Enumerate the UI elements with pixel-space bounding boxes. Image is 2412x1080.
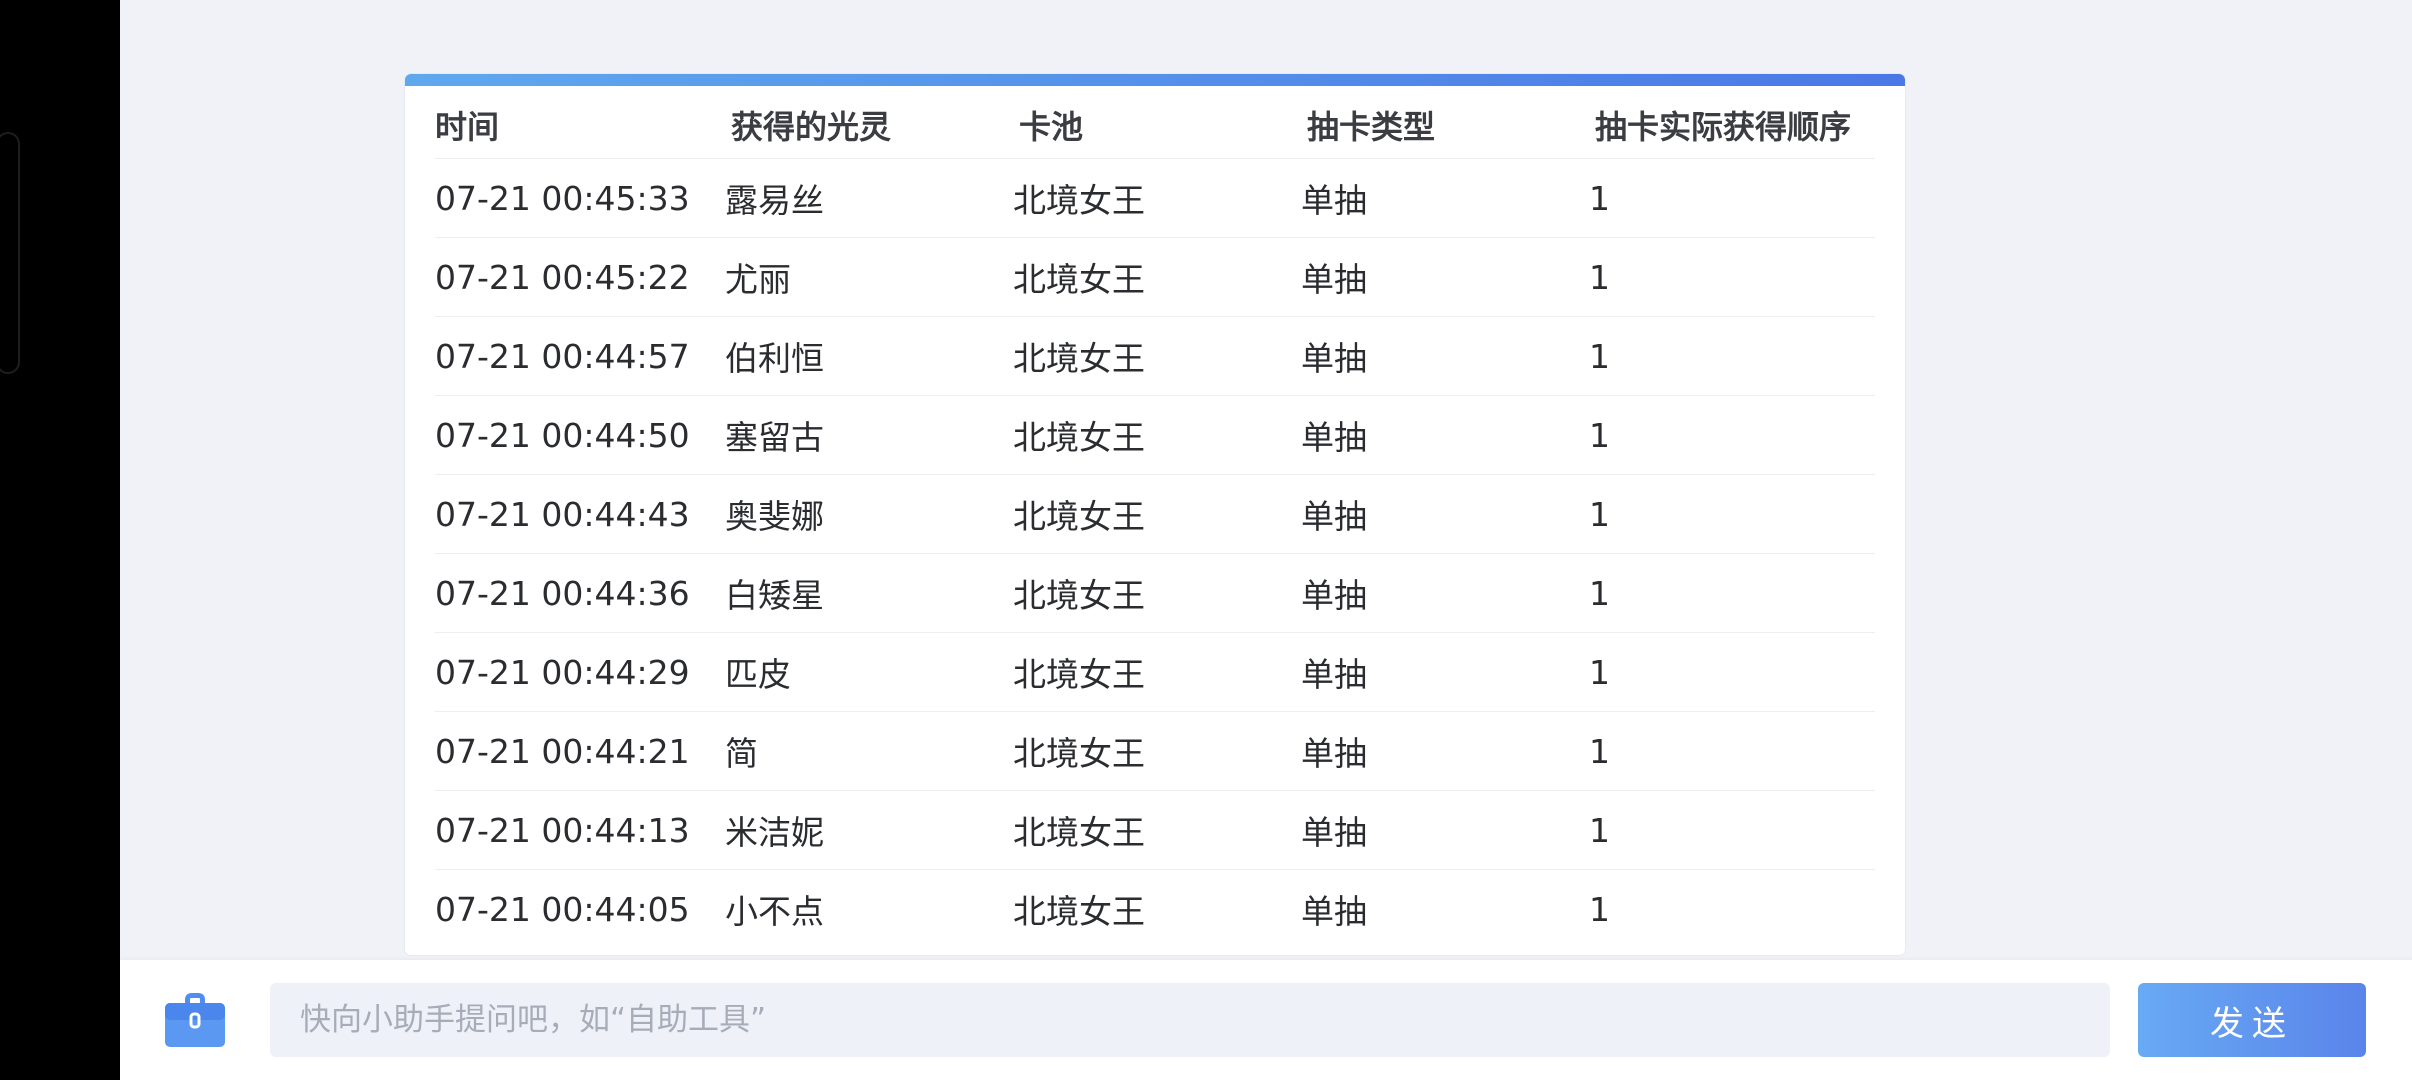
- cell-draw-type: 单抽: [1299, 790, 1587, 870]
- column-header-pool: 卡池: [1011, 86, 1299, 159]
- side-handle: [0, 132, 20, 374]
- cell-order: 1: [1587, 632, 1875, 712]
- cell-spirit: 伯利恒: [723, 316, 1011, 396]
- cell-time: 07-21 00:44:29: [435, 632, 723, 712]
- cell-draw-type: 单抽: [1299, 711, 1587, 791]
- cell-spirit: 塞留古: [723, 395, 1011, 475]
- card-accent-bar: [405, 74, 1905, 86]
- cell-draw-type: 单抽: [1299, 474, 1587, 554]
- table-row: 07-21 00:44:21 简 北境女王 单抽 1: [435, 711, 1875, 791]
- cell-pool: 北境女王: [1011, 158, 1299, 238]
- table-row: 07-21 00:44:43 奥斐娜 北境女王 单抽 1: [435, 474, 1875, 554]
- table-row: 07-21 00:44:57 伯利恒 北境女王 单抽 1: [435, 316, 1875, 396]
- left-device-bezel: [0, 0, 120, 1080]
- chat-input-bar: 发送: [120, 960, 2412, 1080]
- cell-pool: 北境女王: [1013, 892, 1145, 931]
- cell-draw-type: 单抽: [1299, 553, 1587, 633]
- cell-time: 07-21 00:44:43: [435, 474, 723, 554]
- cell-spirit: 露易丝: [723, 158, 1011, 238]
- column-header-draw-type: 抽卡类型: [1299, 86, 1587, 159]
- cell-order: 1: [1587, 553, 1875, 633]
- cell-spirit: 白矮星: [723, 553, 1011, 633]
- cell-spirit: 奥斐娜: [723, 474, 1011, 554]
- main-content: 时间 获得的光灵 卡池 抽卡类型 抽卡实际获得顺序 07-21 00:45:33…: [120, 0, 2412, 960]
- table-row: 07-21 00:44:36 白矮星 北境女王 单抽 1: [435, 553, 1875, 633]
- toolbox-icon[interactable]: [162, 986, 228, 1052]
- cell-time: 07-21 00:44:50: [435, 395, 723, 475]
- table-row: 07-21 00:44:05 小不点 北境女王 单抽 1: [435, 870, 1875, 949]
- cell-spirit: 米洁妮: [723, 790, 1011, 870]
- table-row: 07-21 00:44:13 米洁妮 北境女王 单抽 1: [435, 790, 1875, 870]
- cell-order: 1: [1587, 790, 1875, 870]
- cell-order: 1: [1589, 889, 1610, 929]
- cell-draw-type: 单抽: [1299, 632, 1587, 712]
- cell-time: 07-21 00:44:05: [435, 889, 690, 929]
- send-button[interactable]: 发送: [2138, 983, 2366, 1057]
- table-row: 07-21 00:44:29 匹皮 北境女王 单抽 1: [435, 632, 1875, 712]
- cell-spirit: 简: [723, 711, 1011, 791]
- table-row: 07-21 00:44:50 塞留古 北境女王 单抽 1: [435, 395, 1875, 475]
- cell-draw-type: 单抽: [1299, 395, 1587, 475]
- cell-spirit: 尤丽: [723, 237, 1011, 317]
- cell-pool: 北境女王: [1011, 711, 1299, 791]
- cell-pool: 北境女王: [1011, 553, 1299, 633]
- draw-records-table: 时间 获得的光灵 卡池 抽卡类型 抽卡实际获得顺序 07-21 00:45:33…: [435, 86, 1875, 948]
- cell-time: 07-21 00:45:22: [435, 237, 723, 317]
- cell-order: 1: [1587, 237, 1875, 317]
- table-row: 07-21 00:45:22 尤丽 北境女王 单抽 1: [435, 237, 1875, 317]
- cell-spirit: 小不点: [725, 892, 824, 931]
- table-row: 07-21 00:45:33 露易丝 北境女王 单抽 1: [435, 158, 1875, 238]
- cell-order: 1: [1587, 395, 1875, 475]
- cell-pool: 北境女王: [1011, 316, 1299, 396]
- cell-time: 07-21 00:44:13: [435, 790, 723, 870]
- cell-pool: 北境女王: [1011, 632, 1299, 712]
- cell-draw-type: 单抽: [1299, 316, 1587, 396]
- cell-draw-type: 单抽: [1301, 892, 1367, 931]
- cell-draw-type: 单抽: [1299, 158, 1587, 238]
- cell-pool: 北境女王: [1011, 237, 1299, 317]
- cell-time: 07-21 00:45:33: [435, 158, 723, 238]
- cell-time: 07-21 00:44:57: [435, 316, 723, 396]
- draw-records-card: 时间 获得的光灵 卡池 抽卡类型 抽卡实际获得顺序 07-21 00:45:33…: [405, 74, 1905, 955]
- cell-time: 07-21 00:44:36: [435, 553, 723, 633]
- cell-order: 1: [1587, 316, 1875, 396]
- cell-order: 1: [1587, 711, 1875, 791]
- cell-pool: 北境女王: [1011, 395, 1299, 475]
- table-header-row: 时间 获得的光灵 卡池 抽卡类型 抽卡实际获得顺序: [435, 86, 1875, 159]
- column-header-order: 抽卡实际获得顺序: [1587, 86, 1875, 159]
- cell-time: 07-21 00:44:21: [435, 711, 723, 791]
- cell-spirit: 匹皮: [723, 632, 1011, 712]
- ask-assistant-input[interactable]: [270, 983, 2110, 1057]
- cell-order: 1: [1587, 474, 1875, 554]
- cell-pool: 北境女王: [1011, 474, 1299, 554]
- cell-order: 1: [1587, 158, 1875, 238]
- column-header-spirit: 获得的光灵: [723, 86, 1011, 159]
- cell-pool: 北境女王: [1011, 790, 1299, 870]
- column-header-time: 时间: [435, 86, 723, 159]
- cell-draw-type: 单抽: [1299, 237, 1587, 317]
